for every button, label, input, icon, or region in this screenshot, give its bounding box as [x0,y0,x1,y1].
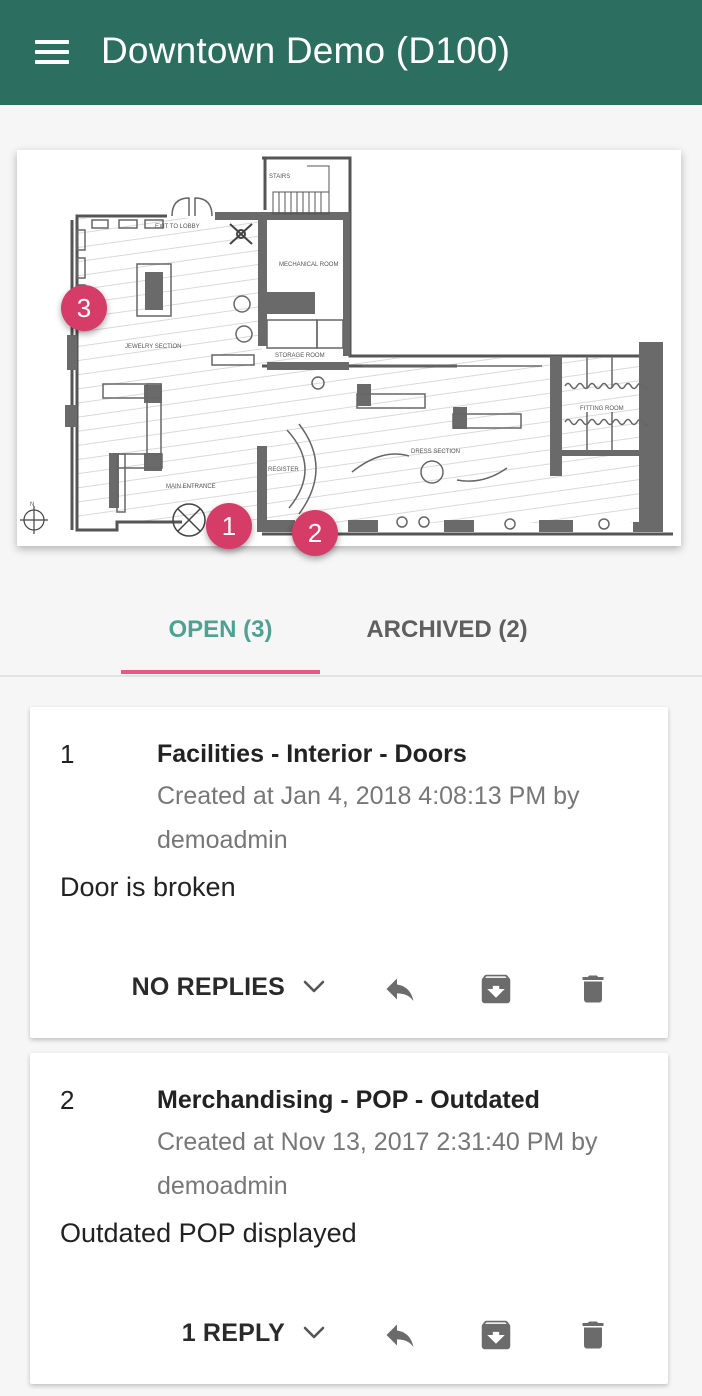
delete-icon[interactable] [573,1315,613,1355]
issue-number: 2 [60,1085,75,1115]
app-bar: Downtown Demo (D100) [0,0,702,105]
hamburger-menu-icon[interactable] [30,32,74,72]
label-exit-to-lobby: EXIT TO LOBBY [155,224,200,230]
active-tab-indicator [121,670,320,674]
archive-icon[interactable] [476,1315,516,1355]
reply-icon[interactable] [380,1315,420,1355]
issue-actions: NO REPLIES [30,965,668,1009]
label-register: REGISTER [268,467,299,473]
chevron-down-icon [303,1326,325,1339]
map-pin-2[interactable]: 2 [292,510,338,556]
delete-icon[interactable] [573,969,613,1009]
label-storage-room: STORAGE ROOM [275,353,325,359]
tab-open[interactable]: OPEN (3) [121,616,320,644]
label-jewelry-section: JEWELRY SECTION [125,344,181,350]
replies-label: NO REPLIES [131,972,285,1001]
issue-tabs: OPEN (3) ARCHIVED (2) [0,590,702,677]
issue-category: Facilities - Interior - Doors [157,740,467,768]
label-stairs: STAIRS [269,174,290,180]
issue-number: 1 [60,739,75,769]
label-north: N [30,502,34,508]
page-title: Downtown Demo (D100) [101,30,511,71]
issue-meta: Created at Nov 13, 2017 2:31:40 PM by de… [157,1128,598,1200]
floor-plan-map[interactable]: STAIRS EXIT TO LOBBY MECHANICAL ROOM JEW… [17,150,681,546]
label-main-entrance: MAIN ENTRANCE [166,484,216,490]
tab-archived[interactable]: ARCHIVED (2) [340,616,554,644]
issue-category: Merchandising - POP - Outdated [157,1086,540,1114]
issue-card[interactable]: 2 Merchandising - POP - Outdated Created… [30,1053,668,1384]
issue-description: Door is broken [60,872,236,902]
replies-toggle-button[interactable]: NO REPLIES [132,965,326,1009]
label-fitting-room: FITTING ROOM [580,406,624,412]
map-pin-3[interactable]: 3 [61,285,107,331]
reply-icon[interactable] [380,969,420,1009]
issue-meta: Created at Jan 4, 2018 4:08:13 PM by dem… [157,782,580,854]
label-dress-section: DRESS SECTION [411,449,460,455]
label-mechanical-room: MECHANICAL ROOM [279,262,338,268]
issue-actions: 1 REPLY [30,1311,668,1355]
issue-card[interactable]: 1 Facilities - Interior - Doors Created … [30,707,668,1038]
replies-label: 1 REPLY [181,1318,285,1347]
map-pin-1[interactable]: 1 [206,503,252,549]
archive-icon[interactable] [476,969,516,1009]
issue-description: Outdated POP displayed [60,1218,357,1248]
replies-toggle-button[interactable]: 1 REPLY [182,1311,326,1355]
chevron-down-icon [303,980,325,993]
